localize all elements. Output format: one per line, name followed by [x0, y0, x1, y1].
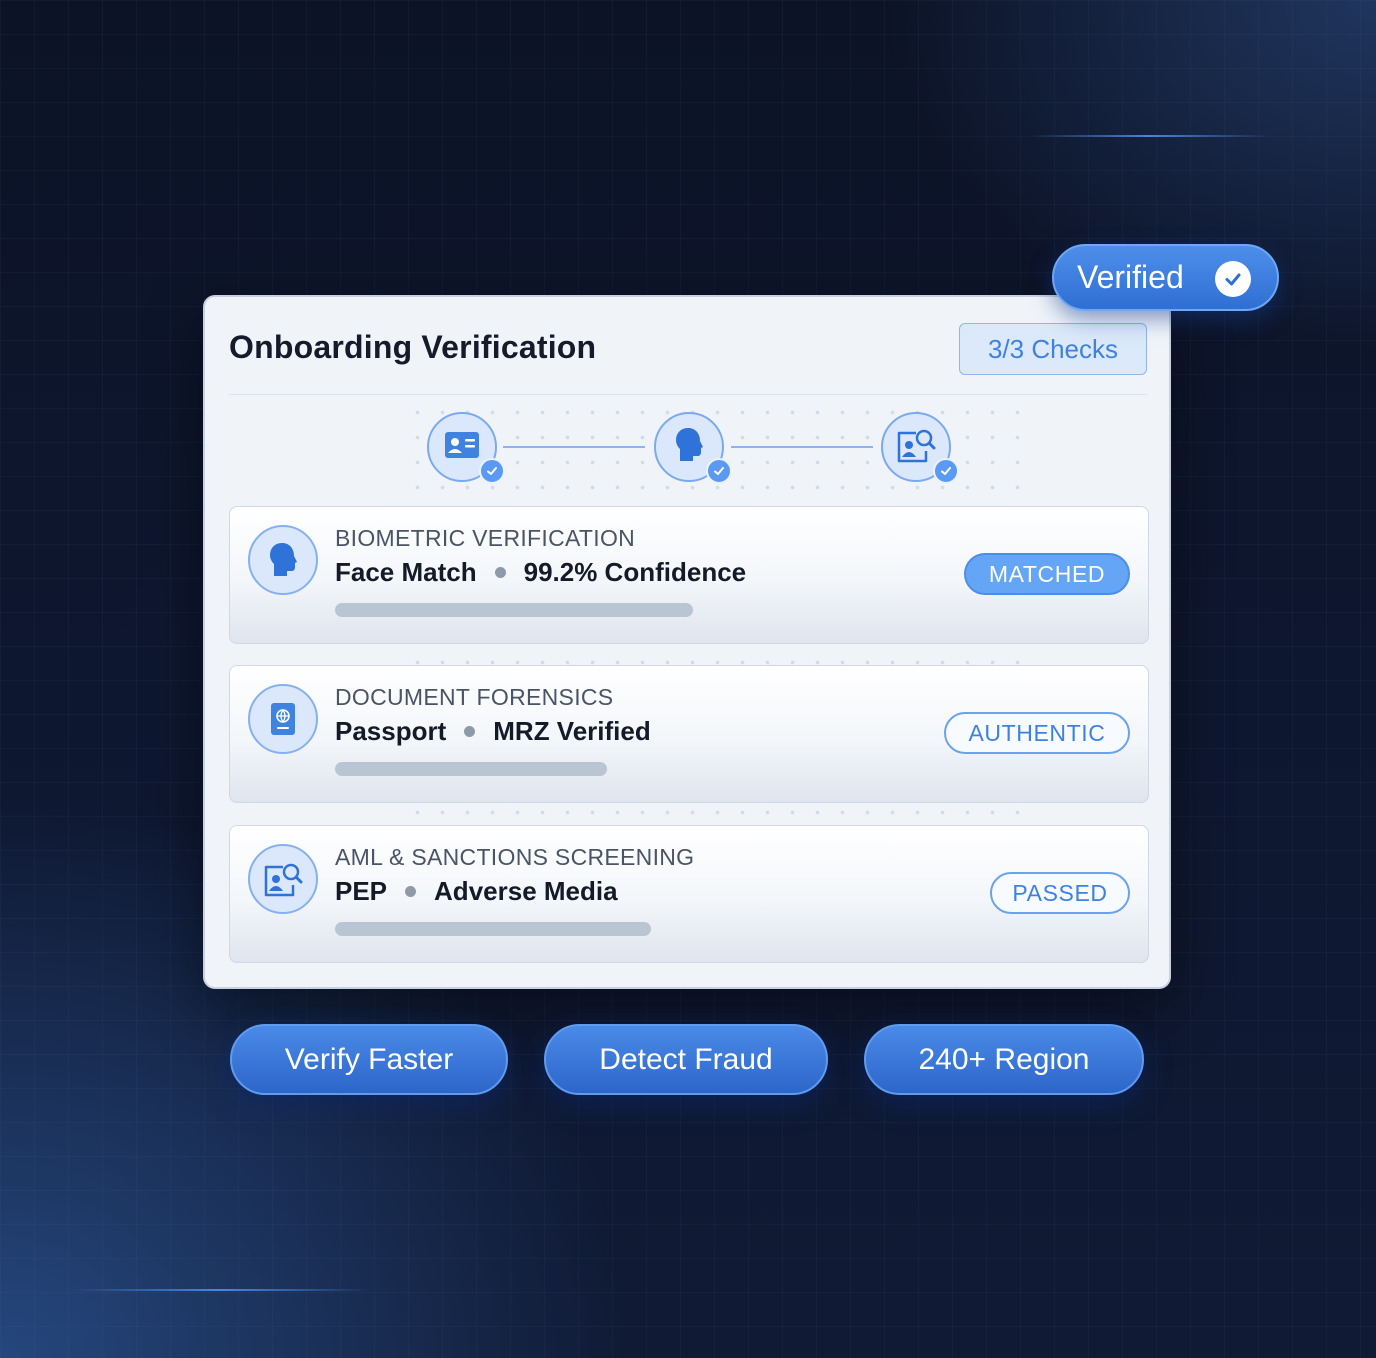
person-search-icon	[248, 844, 318, 914]
id-card-icon	[444, 431, 480, 464]
status-badge-authentic: AUTHENTIC	[944, 712, 1130, 754]
check-icon	[933, 458, 959, 484]
step-screening[interactable]	[881, 412, 959, 484]
check-detail-primary: Passport	[335, 716, 447, 746]
card-title: Onboarding Verification	[229, 329, 597, 365]
status-badge-passed: PASSED	[990, 872, 1130, 914]
skeleton-bar	[335, 922, 651, 936]
check-row-aml[interactable]: AML & SANCTIONS SCREENING PEP Adverse Me…	[229, 825, 1149, 963]
check-label: DOCUMENT FORENSICS	[335, 684, 614, 710]
step-id-document[interactable]	[427, 412, 505, 484]
check-row-biometric[interactable]: BIOMETRIC VERIFICATION Face Match 99.2% …	[229, 506, 1149, 644]
check-detail-primary: PEP	[335, 876, 388, 906]
check-detail: Passport MRZ Verified	[335, 716, 651, 747]
check-label: BIOMETRIC VERIFICATION	[335, 525, 636, 551]
check-icon	[479, 458, 505, 484]
check-detail-primary: Face Match	[335, 557, 477, 587]
check-icon	[706, 458, 732, 484]
checks-count-badge: 3/3 Checks	[959, 323, 1147, 375]
check-detail: Face Match 99.2% Confidence	[335, 557, 746, 588]
step-biometric[interactable]	[654, 412, 732, 484]
person-search-icon	[896, 427, 936, 468]
status-badge-matched: MATCHED	[964, 553, 1130, 595]
glow-line-bottom	[70, 1289, 370, 1291]
bullet-separator	[464, 726, 476, 737]
face-profile-icon	[248, 525, 318, 595]
glow-line-top	[1030, 135, 1270, 137]
check-detail-secondary: Adverse Media	[434, 876, 618, 906]
face-profile-icon	[674, 427, 704, 468]
step-connector-2	[731, 446, 873, 448]
check-detail-secondary: MRZ Verified	[493, 716, 651, 746]
header-divider	[229, 394, 1147, 395]
bullet-separator	[405, 886, 417, 897]
verified-label: Verified	[1077, 259, 1184, 295]
bullet-separator	[494, 567, 506, 578]
check-circle-icon	[1215, 261, 1251, 297]
passport-icon	[248, 684, 318, 754]
check-detail-secondary: 99.2% Confidence	[523, 557, 747, 587]
feature-pill-verify-faster[interactable]: Verify Faster	[230, 1024, 508, 1095]
check-row-document[interactable]: DOCUMENT FORENSICS Passport MRZ Verified…	[229, 665, 1149, 803]
check-label: AML & SANCTIONS SCREENING	[335, 844, 695, 870]
skeleton-bar	[335, 603, 693, 617]
feature-pill-regions[interactable]: 240+ Region	[864, 1024, 1144, 1095]
feature-pill-detect-fraud[interactable]: Detect Fraud	[544, 1024, 828, 1095]
verification-card: Onboarding Verification 3/3 Checks BIOME…	[203, 295, 1171, 989]
step-connector-1	[503, 446, 645, 448]
check-detail: PEP Adverse Media	[335, 876, 618, 907]
skeleton-bar	[335, 762, 607, 776]
verified-badge: Verified	[1052, 244, 1279, 311]
